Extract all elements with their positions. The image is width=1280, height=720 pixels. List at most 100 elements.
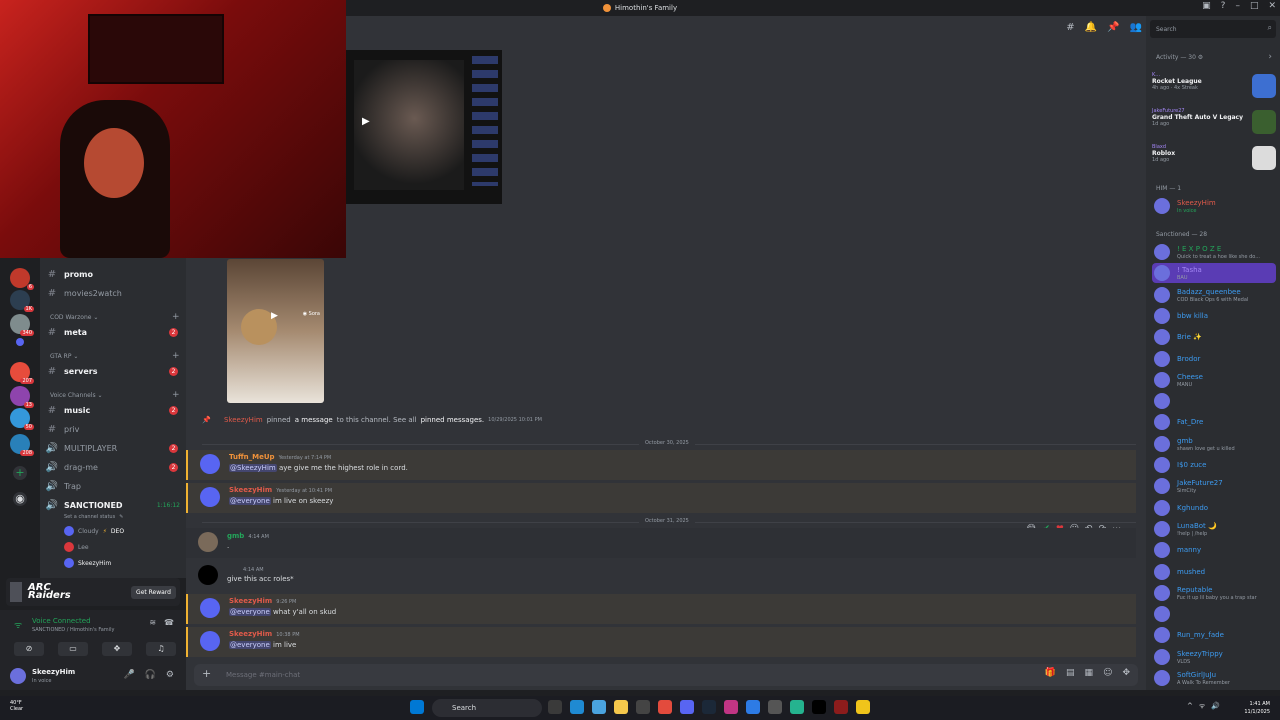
everyone-mention[interactable]: @everyone [229, 497, 271, 505]
taskbar-clock[interactable]: 1:41 AM 11/1/2025 [1244, 700, 1270, 716]
message-author[interactable]: SkeezyHim [229, 486, 272, 494]
server-icon-6[interactable]: 50 [10, 408, 34, 430]
message[interactable]: SkeezyHim 9:26 PM @everyone what y'all on… [186, 594, 1136, 624]
avatar[interactable] [198, 532, 218, 552]
gear-icon[interactable]: ⚙ [166, 670, 174, 680]
activity-card[interactable]: Blaxd Roblox 1d ago [1152, 144, 1276, 176]
app-icon[interactable] [746, 700, 760, 714]
member-item[interactable]: SkeezyHim In voice [1152, 196, 1276, 216]
member-item[interactable]: Cheese MANU [1152, 370, 1276, 390]
channel-servers[interactable]: # servers 2 [40, 363, 186, 379]
play-icon[interactable]: ▶ [362, 116, 370, 127]
member-item[interactable] [1152, 391, 1276, 411]
get-reward-button[interactable]: Get Reward [131, 585, 176, 599]
member-item[interactable]: gmb shawn love get u killed [1152, 434, 1276, 454]
server-icon-1[interactable]: 6 [10, 268, 34, 290]
noise-suppression-icon[interactable]: ≋ [149, 618, 156, 627]
inbox-icon[interactable]: ▣ [1202, 1, 1211, 11]
channel-meta[interactable]: # meta 2 [40, 324, 186, 340]
server-icon-2[interactable]: 1K [10, 290, 34, 312]
help-icon[interactable]: ? [1221, 1, 1226, 11]
microphone-icon[interactable]: 🎤 [123, 670, 134, 680]
play-icon[interactable]: ▶ [271, 311, 278, 321]
gif-icon[interactable]: ▤ [1066, 668, 1075, 678]
member-item[interactable]: Run_my_fade [1152, 625, 1276, 645]
emoji-icon[interactable]: ☺ [1103, 668, 1112, 678]
voice-user-lee[interactable]: Lee [64, 542, 89, 552]
member-item[interactable]: Reputable Fuc it up lil baby you a trap s… [1152, 583, 1276, 603]
channel-drag-me[interactable]: 🔊 drag-me 2 [40, 459, 186, 475]
member-item[interactable]: SkeezyTrippy VLDS [1152, 647, 1276, 667]
member-item[interactable]: mushed [1152, 562, 1276, 582]
attach-plus-icon[interactable]: + [202, 667, 211, 680]
add-channel-icon[interactable]: + [172, 312, 180, 322]
activities-button[interactable]: ✥ [102, 642, 132, 656]
search-input[interactable] [1150, 20, 1260, 39]
member-item[interactable]: LunaBot 🌙 !help | /help [1152, 519, 1276, 539]
member-item[interactable] [1152, 604, 1276, 624]
threads-icon[interactable]: # [1066, 22, 1074, 33]
screen-share-button[interactable]: ▭ [58, 642, 88, 656]
everyone-mention[interactable]: @everyone [229, 641, 271, 649]
member-item[interactable]: Brie ✨ [1152, 327, 1276, 347]
disconnect-icon[interactable]: ☎ [164, 618, 174, 627]
channel-trap[interactable]: 🔊 Trap [40, 478, 186, 494]
member-item[interactable]: Badazz_queenbee COD Black Ops 6 with Meda… [1152, 285, 1276, 305]
chevron-up-icon[interactable]: ^ [1187, 702, 1193, 711]
avatar[interactable] [10, 668, 26, 684]
avatar[interactable] [198, 565, 218, 585]
member-item[interactable]: manny [1152, 540, 1276, 560]
add-channel-icon[interactable]: + [172, 351, 180, 361]
folder-icon[interactable] [16, 338, 24, 346]
pinned-message-link[interactable]: a message [295, 416, 333, 424]
gift-icon[interactable]: 🎁 [1045, 668, 1056, 678]
activity-card[interactable]: K... Rocket League 4h ago · 4x Streak [1152, 72, 1276, 104]
username[interactable]: SkeezyHim [32, 668, 75, 676]
message[interactable]: Tuffn_MeUp Yesterday at 7:14 PM @SkeezyHi… [186, 450, 1136, 480]
sticker-icon[interactable]: ▦ [1085, 668, 1094, 678]
channel-status-setter[interactable]: Set a channel status ✎ [64, 514, 123, 520]
channel-music[interactable]: # music 2 [40, 402, 186, 418]
obs-icon[interactable] [768, 700, 782, 714]
add-server-icon[interactable]: + [13, 466, 27, 480]
member-item[interactable]: JakeFuture27 SimCity [1152, 476, 1276, 496]
camera-off-button[interactable]: ⊘ [14, 642, 44, 656]
app-icon-2[interactable] [790, 700, 804, 714]
chevron-right-icon[interactable]: › [1268, 52, 1272, 62]
tiktok-icon[interactable] [812, 700, 826, 714]
taskbar-search[interactable]: Search [432, 699, 542, 717]
member-item[interactable]: SoftGirlJuJu A Walk To Remember [1152, 668, 1276, 688]
message[interactable]: 4:14 AM give this acc roles* [186, 561, 1136, 591]
server-icon-4[interactable]: 207 [10, 362, 34, 384]
message-author[interactable]: Tuffn_MeUp [229, 453, 275, 461]
active-app-icon[interactable] [834, 700, 848, 714]
channel-sanctioned[interactable]: 🔊 SANCTIONED 1:16:12 [40, 497, 186, 513]
voice-user-skeezyhim[interactable]: SkeezyHim [64, 558, 111, 568]
chrome-icon[interactable] [658, 700, 672, 714]
members-icon[interactable]: 👥 [1130, 22, 1142, 33]
headphones-icon[interactable]: 🎧 [145, 670, 156, 680]
file-explorer-icon[interactable] [614, 700, 628, 714]
discord-icon[interactable] [680, 700, 694, 714]
message-input[interactable] [226, 668, 1026, 682]
maximize-button[interactable]: □ [1250, 1, 1259, 11]
minimize-button[interactable]: – [1235, 1, 1240, 11]
weather-widget[interactable]: 40°F Clear [10, 700, 23, 712]
channel-promo[interactable]: # promo [40, 266, 186, 282]
steam-icon[interactable] [702, 700, 716, 714]
copilot-icon[interactable] [592, 700, 606, 714]
category-voice-channels[interactable]: Voice Channels ⌄ + [50, 390, 180, 400]
store-icon[interactable] [636, 700, 650, 714]
instagram-icon[interactable] [724, 700, 738, 714]
avatar[interactable] [200, 631, 220, 651]
bell-icon[interactable]: 🔔 [1085, 22, 1097, 33]
message[interactable]: SkeezyHim Yesterday at 10:41 PM @everyone… [186, 483, 1136, 513]
message[interactable]: SkeezyHim 10:38 PM @everyone im live [186, 627, 1136, 657]
avatar[interactable] [200, 598, 220, 618]
volume-icon[interactable]: 🔊 [1211, 702, 1220, 711]
everyone-mention[interactable]: @everyone [229, 608, 271, 616]
sticky-notes-icon[interactable] [856, 700, 870, 714]
channel-multiplayer[interactable]: 🔊 MULTIPLAYER 2 [40, 440, 186, 456]
add-channel-icon[interactable]: + [172, 390, 180, 400]
voice-user-cloudy[interactable]: Cloudy ⚡ DEO [64, 526, 124, 536]
